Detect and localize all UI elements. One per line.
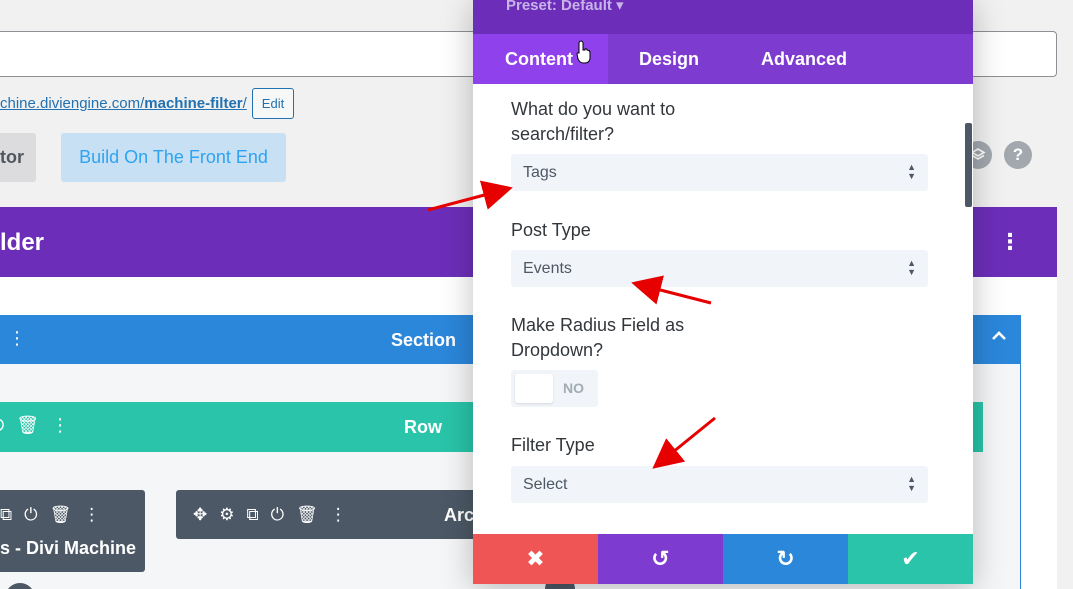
permalink-edit-button[interactable]: Edit [251,88,295,119]
close-button[interactable]: ✖ [473,534,598,584]
duplicate-icon[interactable]: ⧉ [0,506,12,523]
module-name: Arc [444,505,475,525]
settings-tabs: Content Design Advanced [473,34,973,84]
toggle-state: NO [563,380,584,396]
redo-icon: ↻ [776,546,795,571]
row-label: Row [404,417,442,437]
move-icon[interactable]: ✥ [193,506,207,523]
radius-dropdown-toggle[interactable]: NO [511,370,598,407]
section-menu-icon[interactable]: ⋮ [8,329,26,347]
power-icon[interactable]: ⏻ [24,506,37,523]
module-menu-icon[interactable]: ⋮ [330,506,347,523]
close-icon: ✖ [526,546,545,571]
trash-icon[interactable]: 🗑 [50,506,72,523]
select-arrows-icon: ▲ ▼ [907,162,916,181]
post-type-select[interactable]: Events ▲ ▼ [511,250,928,287]
module-menu-icon[interactable]: ⋮ [83,506,100,523]
check-icon: ✔ [901,546,920,571]
select-arrows-icon: ▲ ▼ [907,258,916,277]
tab-advanced[interactable]: Advanced [734,34,847,84]
save-button[interactable]: ✔ [848,534,973,584]
select-arrows-icon: ▲ ▼ [907,474,916,493]
redo-button[interactable]: ↻ [723,534,848,584]
post-type-label: Post Type [511,220,591,240]
chevron-up-icon[interactable] [991,327,1007,350]
undo-button[interactable]: ↺ [598,534,723,584]
tab-design[interactable]: Design [608,34,734,84]
build-front-end-button[interactable]: Build On The Front End [61,133,286,182]
search-filter-value: Tags [523,163,557,181]
undo-icon: ↺ [651,546,670,571]
preset-dropdown[interactable]: Preset: Default ▾ [506,0,624,14]
module-name: s - Divi Machine [0,538,137,558]
help-icon[interactable]: ? [1004,141,1032,169]
toggle-knob [515,374,553,403]
hand-cursor-icon [576,40,591,64]
permalink: chine.diviengine.com/machine-filter/ Edi… [0,88,295,119]
filter-type-label: Filter Type [511,435,595,455]
builder-menu-icon[interactable]: ⋮ [999,231,1021,253]
modal-footer: ✖ ↺ ↻ ✔ [473,534,973,584]
modal-header: Preset: Default ▾ [473,0,973,34]
scrollbar[interactable] [965,123,972,207]
section-label: Section [391,330,457,350]
permalink-link[interactable]: chine.diviengine.com/machine-filter/ [0,95,247,112]
filter-type-select[interactable]: Select ▲ ▼ [511,466,928,503]
module-settings-modal: Preset: Default ▾ Content Design Advance… [473,0,973,584]
radius-dropdown-label: Make Radius Field as Dropdown? [511,315,685,360]
row-menu-icon[interactable]: ⋮ [51,416,69,434]
module-archive[interactable]: ✥ ⚙ ⧉ ⏻ 🗑 ⋮ Arc [176,490,506,539]
gear-icon[interactable]: ⚙ [219,506,234,523]
trash-icon[interactable]: 🗑 [16,416,39,434]
modal-body: What do you want to search/filter? Tags … [473,84,973,534]
search-filter-label: What do you want to search/filter? [511,99,676,144]
trash-icon[interactable]: 🗑 [296,506,318,523]
power-icon[interactable]: ⏻ [271,506,284,523]
power-icon[interactable]: ⏻ [0,416,4,434]
default-editor-button[interactable]: tor [0,133,36,182]
builder-title: lder [0,229,45,256]
post-type-value: Events [523,259,572,277]
filter-type-value: Select [523,475,568,493]
duplicate-icon[interactable]: ⧉ [247,506,259,523]
search-filter-select[interactable]: Tags ▲ ▼ [511,154,928,191]
module-divi-machine[interactable]: ⧉ ⏻ 🗑 ⋮ s - Divi Machine [0,490,145,572]
